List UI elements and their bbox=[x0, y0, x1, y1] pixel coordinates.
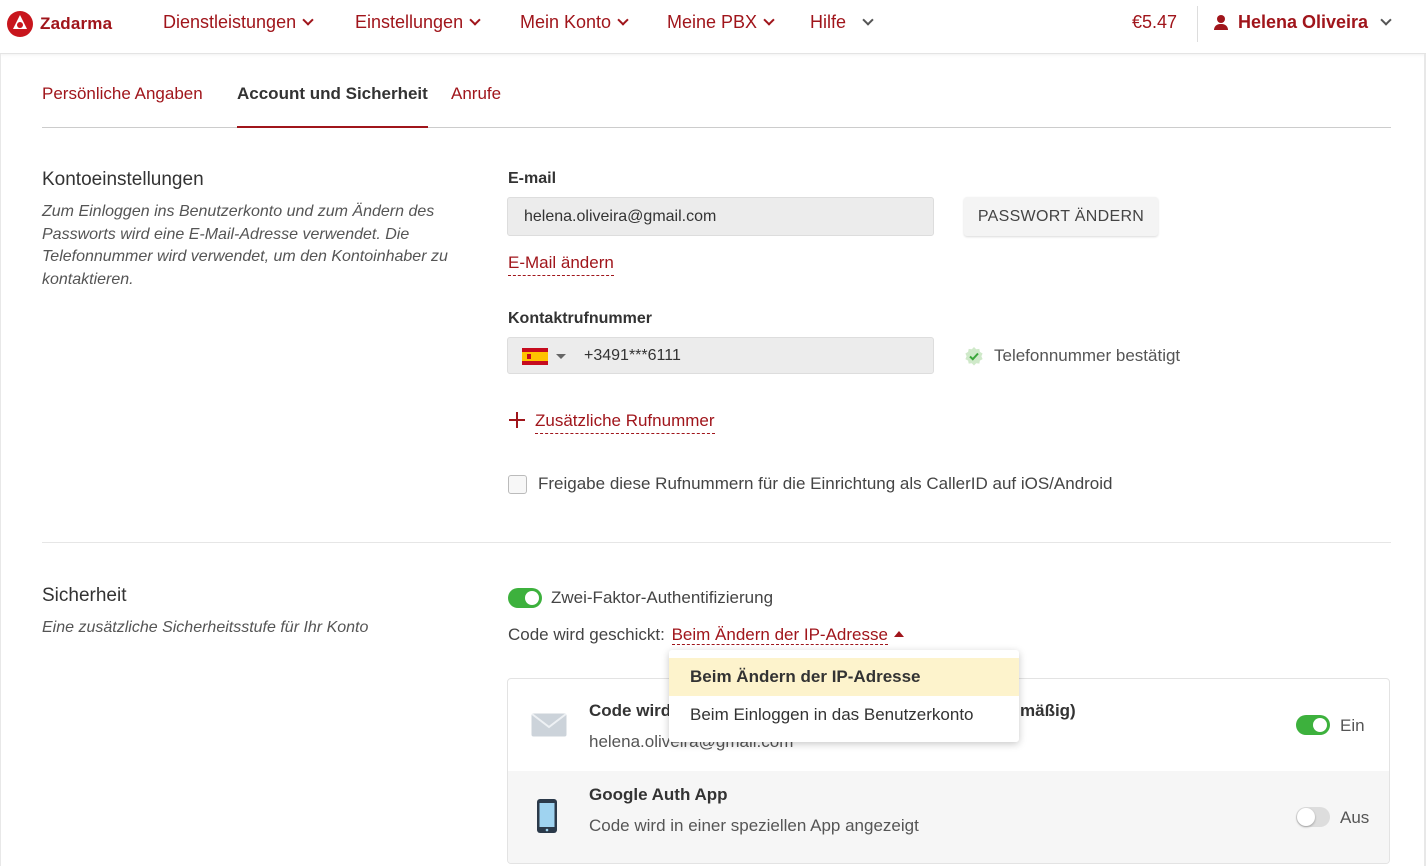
change-email-link[interactable]: E-Mail ändern bbox=[508, 253, 614, 276]
settings-tabs: Persönliche Angaben Account und Sicherhe… bbox=[42, 84, 1391, 128]
brand-name: Zadarma bbox=[40, 14, 113, 33]
chevron-down-icon bbox=[1380, 14, 1392, 26]
user-name: Helena Oliveira bbox=[1238, 12, 1369, 32]
nav-label: Mein Konto bbox=[520, 12, 612, 32]
tab-account-und-sicherheit[interactable]: Account und Sicherheit bbox=[237, 84, 428, 128]
dropdown-option-ip-change[interactable]: Beim Ändern der IP-Adresse bbox=[669, 658, 1019, 696]
email-method-toggle[interactable] bbox=[1296, 715, 1330, 735]
page-border bbox=[0, 54, 1, 866]
method-subtitle: Code wird in einer speziellen App angeze… bbox=[589, 816, 919, 835]
chevron-down-icon bbox=[763, 14, 775, 26]
two-factor-toggle[interactable] bbox=[508, 588, 542, 608]
code-sent-dropdown: Beim Ändern der IP-Adresse Beim Einlogge… bbox=[669, 650, 1019, 742]
section-description-security: Eine zusätzliche Sicherheitsstufe für Ih… bbox=[42, 619, 369, 636]
envelope-icon bbox=[531, 713, 567, 742]
method-title: Code wird bbox=[589, 701, 672, 720]
email-field[interactable]: helena.oliveira@gmail.com bbox=[507, 197, 934, 236]
section-title-account: Kontoeinstellungen bbox=[42, 169, 204, 190]
section-title-security: Sicherheit bbox=[42, 585, 127, 606]
method-state: Aus bbox=[1340, 808, 1370, 827]
nav-einstellungen[interactable]: Einstellungen bbox=[355, 12, 481, 33]
tab-persoenliche-angaben[interactable]: Persönliche Angaben bbox=[42, 84, 203, 124]
top-navigation: Zadarma Dienstleistungen Einstellungen M… bbox=[0, 0, 1426, 54]
phone-field[interactable]: +3491***6111 bbox=[507, 337, 934, 374]
code-sent-prefix: Code wird geschickt: bbox=[508, 625, 665, 644]
google-auth-toggle[interactable] bbox=[1296, 807, 1330, 827]
callerid-checkbox-label[interactable]: Freigabe diese Rufnummern für die Einric… bbox=[538, 474, 1113, 494]
nav-mein-konto[interactable]: Mein Konto bbox=[520, 12, 629, 33]
section-description-account: Zum Einloggen ins Benutzerkonto und zum … bbox=[42, 203, 448, 288]
account-balance[interactable]: €5.47 bbox=[1132, 12, 1177, 33]
code-sent-label: Code wird geschickt: Beim Ändern der IP-… bbox=[508, 625, 904, 645]
chevron-down-icon bbox=[862, 14, 874, 26]
chevron-down-icon bbox=[302, 14, 314, 26]
nav-label: Einstellungen bbox=[355, 12, 464, 32]
nav-meine-pbx[interactable]: Meine PBX bbox=[667, 12, 775, 33]
phone-value: +3491***6111 bbox=[584, 346, 681, 364]
chevron-down-icon bbox=[469, 14, 481, 26]
tab-anrufe[interactable]: Anrufe bbox=[451, 84, 501, 124]
zadarma-logo-icon bbox=[6, 10, 34, 38]
method-title: Google Auth App bbox=[589, 785, 728, 804]
phone-verified-label: Telefonnummer bestätigt bbox=[994, 346, 1181, 365]
verified-check-icon bbox=[964, 346, 984, 366]
method-state: Ein bbox=[1340, 716, 1365, 735]
nav-label: Meine PBX bbox=[667, 12, 758, 32]
dropdown-option-login[interactable]: Beim Einloggen in das Benutzerkonto bbox=[669, 696, 1019, 734]
add-number-link[interactable]: Zusätzliche Rufnummer bbox=[535, 411, 715, 434]
nav-divider bbox=[1197, 6, 1198, 42]
change-password-button[interactable]: PASSWORT ÄNDERN bbox=[964, 197, 1158, 236]
plus-icon[interactable] bbox=[509, 412, 525, 428]
code-sent-trigger[interactable]: Beim Ändern der IP-Adresse bbox=[671, 625, 888, 645]
chevron-down-icon bbox=[617, 14, 629, 26]
logo[interactable]: Zadarma bbox=[6, 10, 112, 38]
spain-flag-icon[interactable] bbox=[522, 348, 548, 365]
callerid-checkbox[interactable] bbox=[508, 475, 527, 494]
nav-label: Dienstleistungen bbox=[163, 12, 297, 32]
email-label: E-mail bbox=[508, 170, 557, 187]
nav-label: Hilfe bbox=[810, 12, 847, 32]
nav-hilfe[interactable]: Hilfe bbox=[810, 12, 874, 33]
section-divider bbox=[42, 542, 1391, 543]
email-value: helena.oliveira@gmail.com bbox=[524, 207, 717, 225]
phone-icon bbox=[536, 798, 558, 839]
two-factor-label: Zwei-Faktor-Authentifizierung bbox=[551, 588, 774, 607]
caret-up-icon[interactable] bbox=[893, 631, 904, 637]
user-icon bbox=[1214, 14, 1228, 31]
phone-verified-status: Telefonnummer bestätigt bbox=[964, 346, 1180, 366]
method-row-google-auth: Google Auth App Code wird in einer spezi… bbox=[508, 771, 1389, 863]
phone-label: Kontaktrufnummer bbox=[508, 310, 653, 327]
country-dropdown-icon[interactable] bbox=[556, 354, 566, 359]
user-menu[interactable]: Helena Oliveira bbox=[1214, 12, 1392, 33]
method-title-end: mäßig) bbox=[1020, 701, 1076, 720]
nav-dienstleistungen[interactable]: Dienstleistungen bbox=[163, 12, 314, 33]
